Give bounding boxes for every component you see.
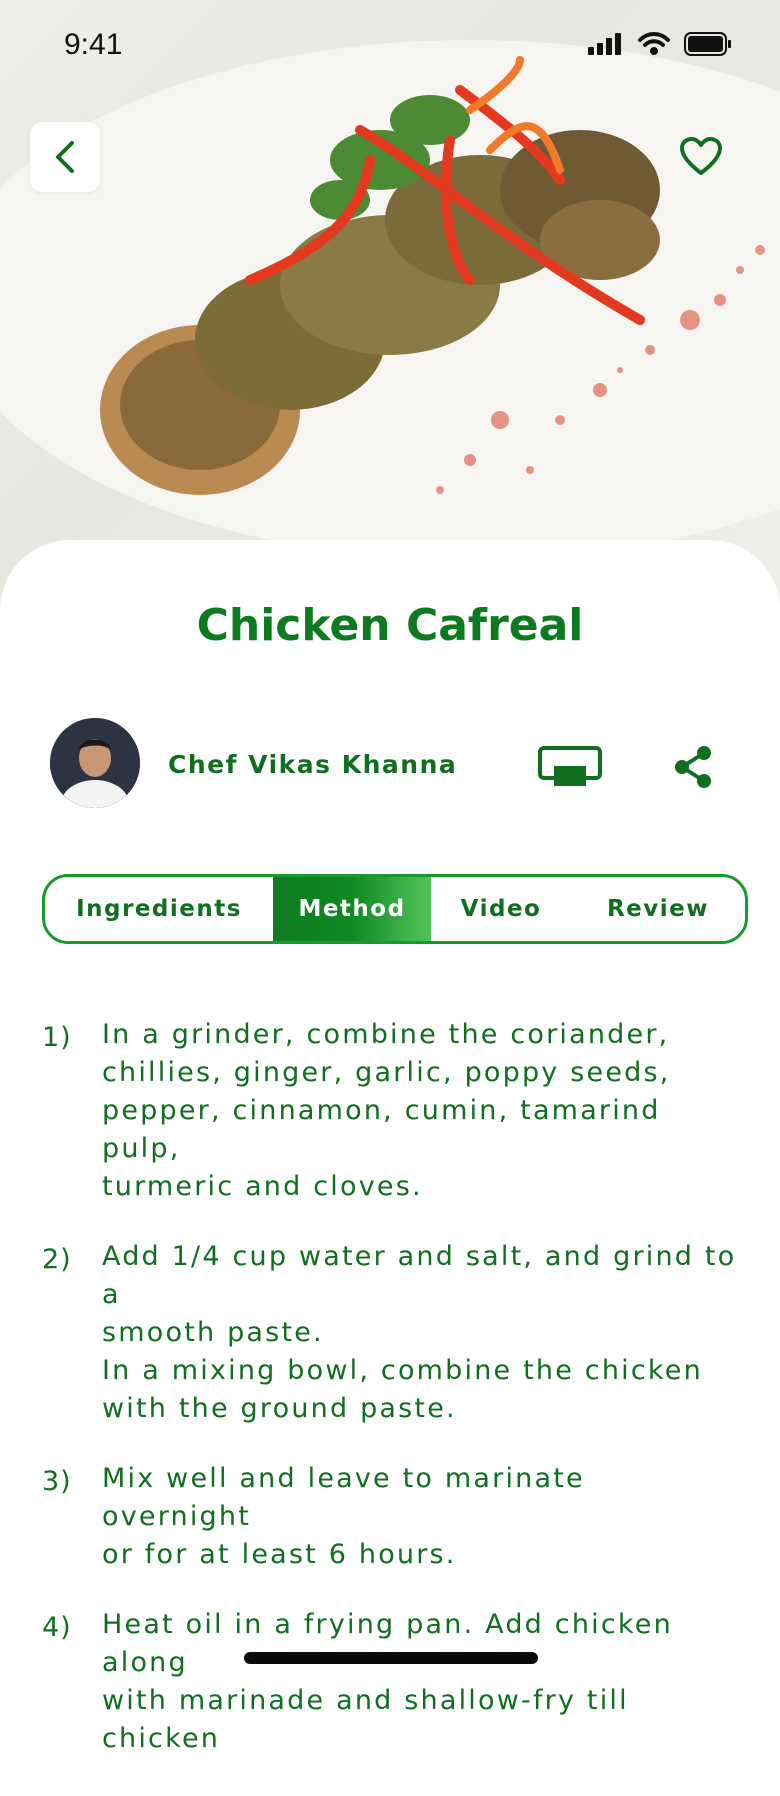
back-button[interactable] — [30, 122, 100, 192]
signal-icon — [588, 33, 621, 55]
status-bar: 9:41 — [0, 0, 780, 96]
share-button[interactable] — [670, 744, 716, 790]
step-text: Add 1/4 cup water and salt, and grind to… — [102, 1241, 737, 1424]
home-indicator[interactable] — [244, 1652, 538, 1664]
chef-photo — [50, 718, 140, 808]
share-icon — [675, 746, 711, 788]
heart-icon — [680, 137, 722, 175]
tab-video[interactable]: Video — [431, 877, 571, 941]
step-number: 4) — [42, 1612, 72, 1643]
status-icons — [588, 32, 732, 56]
step-text: In a grinder, combine the coriander, chi… — [102, 1019, 671, 1202]
list-item: 4) Heat oil in a frying pan. Add chicken… — [42, 1609, 742, 1758]
list-item: 1) In a grinder, combine the coriander, … — [42, 1019, 742, 1206]
battery-icon — [684, 32, 731, 56]
step-number: 1) — [42, 1022, 72, 1053]
wifi-icon — [638, 32, 670, 55]
tab-ingredients[interactable]: Ingredients — [45, 877, 273, 941]
chef-avatar[interactable] — [50, 718, 140, 808]
chef-name[interactable]: Chef Vikas Khanna — [168, 750, 457, 779]
step-number: 2) — [42, 1244, 72, 1275]
list-item: 2) Add 1/4 cup water and salt, and grind… — [42, 1241, 742, 1428]
step-text: Mix well and leave to marinate overnight… — [102, 1463, 585, 1570]
step-text: Heat oil in a frying pan. Add chicken al… — [102, 1609, 673, 1754]
recipe-tabs: Ingredients Method Video Review — [42, 874, 748, 944]
chevron-left-icon — [56, 141, 74, 173]
cast-screen-icon — [538, 746, 602, 786]
tab-review[interactable]: Review — [571, 877, 745, 941]
tab-method[interactable]: Method — [273, 877, 431, 941]
favorite-button[interactable] — [676, 132, 726, 182]
method-steps: 1) In a grinder, combine the coriander, … — [42, 1019, 742, 1796]
cast-button[interactable] — [538, 746, 602, 792]
status-time: 9:41 — [64, 28, 123, 61]
step-number: 3) — [42, 1466, 72, 1497]
recipe-title: Chicken Cafreal — [196, 600, 584, 651]
list-item: 3) Mix well and leave to marinate overni… — [42, 1463, 742, 1574]
